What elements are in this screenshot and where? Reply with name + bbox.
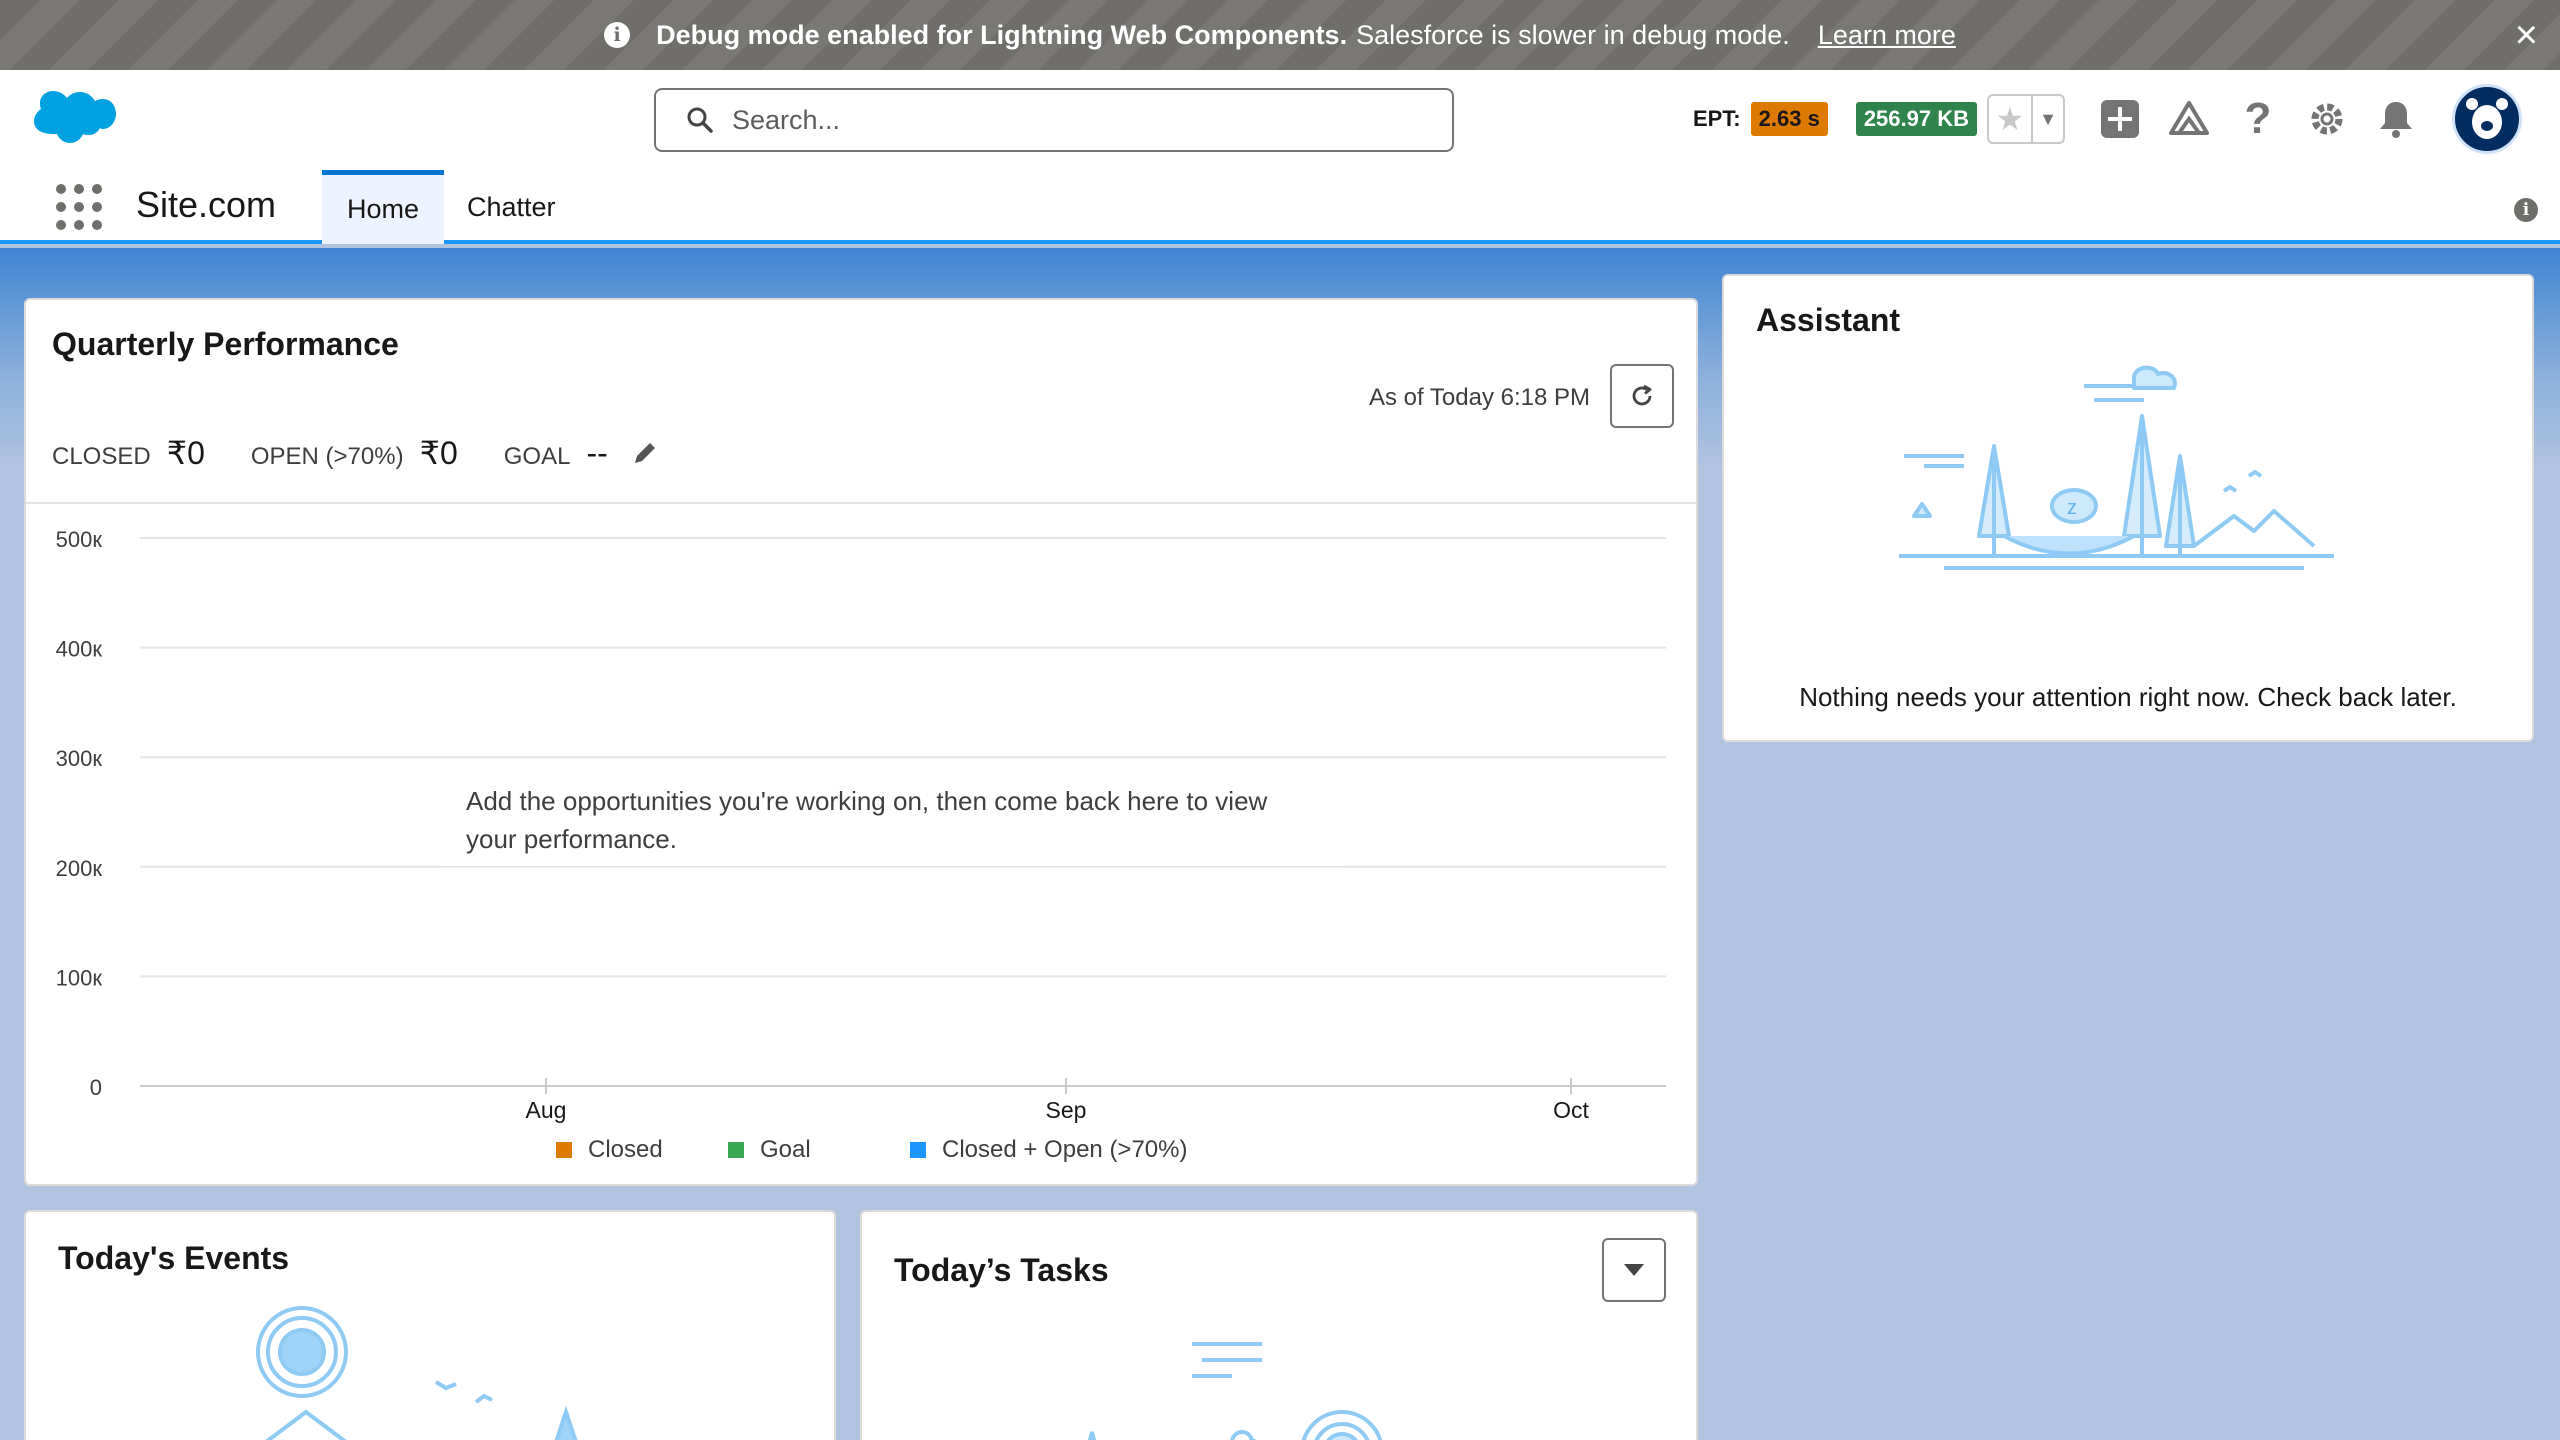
goal-label: GOAL bbox=[503, 443, 571, 470]
open-value: ₹0 bbox=[419, 435, 458, 471]
card-title: Today's Events bbox=[58, 1240, 290, 1276]
y-tick-label: 100к bbox=[56, 965, 103, 990]
y-tick-label: 0 bbox=[90, 1075, 102, 1100]
card-title: Today’s Tasks bbox=[894, 1252, 1109, 1288]
y-tick-label: 500к bbox=[56, 527, 103, 552]
ept-label: EPT: bbox=[1692, 106, 1741, 131]
tasks-illustration bbox=[1087, 1342, 1383, 1440]
y-tick-label: 400к bbox=[56, 637, 103, 662]
add-icon[interactable] bbox=[2095, 94, 2145, 144]
tab-chatter[interactable]: Chatter bbox=[442, 170, 581, 244]
closed-label: CLOSED bbox=[52, 443, 151, 470]
info-icon: i bbox=[604, 22, 631, 48]
trailhead-icon[interactable] bbox=[2164, 94, 2214, 144]
assistant-card: Assistant z Nothing needs your attention… bbox=[1722, 274, 2534, 742]
goal-value: -- bbox=[586, 435, 608, 471]
quarterly-performance-card: Quarterly Performance As of Today 6:18 P… bbox=[24, 298, 1698, 1186]
global-header: EPT: 2.63 s 256.97 KB ★ ▼ ? bbox=[0, 70, 2560, 170]
empty-chart-message: Add the opportunities you're working on,… bbox=[436, 774, 1346, 866]
app-navigation: Site.com Home Chatter i bbox=[0, 170, 2560, 244]
learn-more-link[interactable]: Learn more bbox=[1818, 20, 1956, 51]
bell-icon[interactable] bbox=[2371, 94, 2421, 144]
debug-banner: i Debug mode enabled for Lightning Web C… bbox=[0, 0, 2560, 70]
global-search[interactable] bbox=[654, 88, 1454, 152]
card-title: Assistant bbox=[1756, 302, 1901, 338]
chevron-down-icon bbox=[1624, 1264, 1644, 1276]
avatar[interactable] bbox=[2452, 84, 2522, 154]
help-icon[interactable]: ? bbox=[2233, 94, 2283, 144]
x-tick-label: Oct bbox=[1553, 1097, 1589, 1123]
divider bbox=[26, 502, 1696, 504]
edit-goal-icon[interactable] bbox=[630, 438, 660, 468]
y-tick-label: 200к bbox=[56, 856, 103, 881]
search-icon bbox=[687, 107, 713, 133]
refresh-button[interactable] bbox=[1610, 364, 1674, 428]
x-tick-label: Aug bbox=[526, 1097, 567, 1123]
todays-events-card: Today's Events bbox=[24, 1210, 836, 1440]
favorites-group: ★ ▼ bbox=[1987, 94, 2065, 144]
page-size-badge: 256.97 KB bbox=[1855, 102, 1977, 136]
assistant-message: Nothing needs your attention right now. … bbox=[1799, 682, 2457, 712]
legend-label: Closed bbox=[588, 1136, 663, 1163]
gear-icon[interactable] bbox=[2302, 94, 2352, 144]
close-icon[interactable]: × bbox=[2515, 15, 2538, 55]
search-input[interactable] bbox=[732, 104, 1432, 136]
banner-text: Salesforce is slower in debug mode. bbox=[1356, 19, 1790, 50]
banner-bold-text: Debug mode enabled for Lightning Web Com… bbox=[656, 19, 1348, 50]
app-launcher-icon[interactable] bbox=[56, 184, 102, 230]
legend-label: Goal bbox=[760, 1136, 811, 1163]
y-tick-label: 300к bbox=[56, 746, 103, 771]
tasks-filter-dropdown[interactable] bbox=[1602, 1238, 1666, 1302]
metrics-row: CLOSED ₹0 OPEN (>70%) ₹0 GOAL -- bbox=[52, 434, 660, 472]
legend-swatch bbox=[910, 1142, 926, 1158]
legend-label: Closed + Open (>70%) bbox=[942, 1136, 1187, 1163]
events-illustration bbox=[256, 1306, 578, 1440]
legend-swatch bbox=[556, 1142, 572, 1158]
legend-swatch bbox=[728, 1142, 744, 1158]
tab-home[interactable]: Home bbox=[322, 170, 445, 244]
hammock-illustration: z bbox=[1899, 365, 2334, 570]
info-icon[interactable]: i bbox=[2514, 198, 2538, 222]
todays-tasks-card: Today’s Tasks bbox=[860, 1210, 1698, 1440]
salesforce-logo[interactable] bbox=[32, 90, 116, 150]
ept-value-badge: 2.63 s bbox=[1750, 102, 1828, 136]
svg-text:z: z bbox=[2067, 497, 2077, 519]
app-name: Site.com bbox=[136, 184, 277, 225]
closed-value: ₹0 bbox=[166, 435, 205, 471]
refresh-icon bbox=[1632, 384, 1652, 406]
x-tick-label: Sep bbox=[1046, 1097, 1087, 1123]
chevron-down-icon[interactable]: ▼ bbox=[2033, 96, 2063, 142]
as-of-timestamp: As of Today 6:18 PM bbox=[1368, 384, 1590, 411]
open-label: OPEN (>70%) bbox=[250, 443, 404, 470]
card-title: Quarterly Performance bbox=[52, 326, 399, 362]
star-icon[interactable]: ★ bbox=[1989, 96, 2033, 142]
